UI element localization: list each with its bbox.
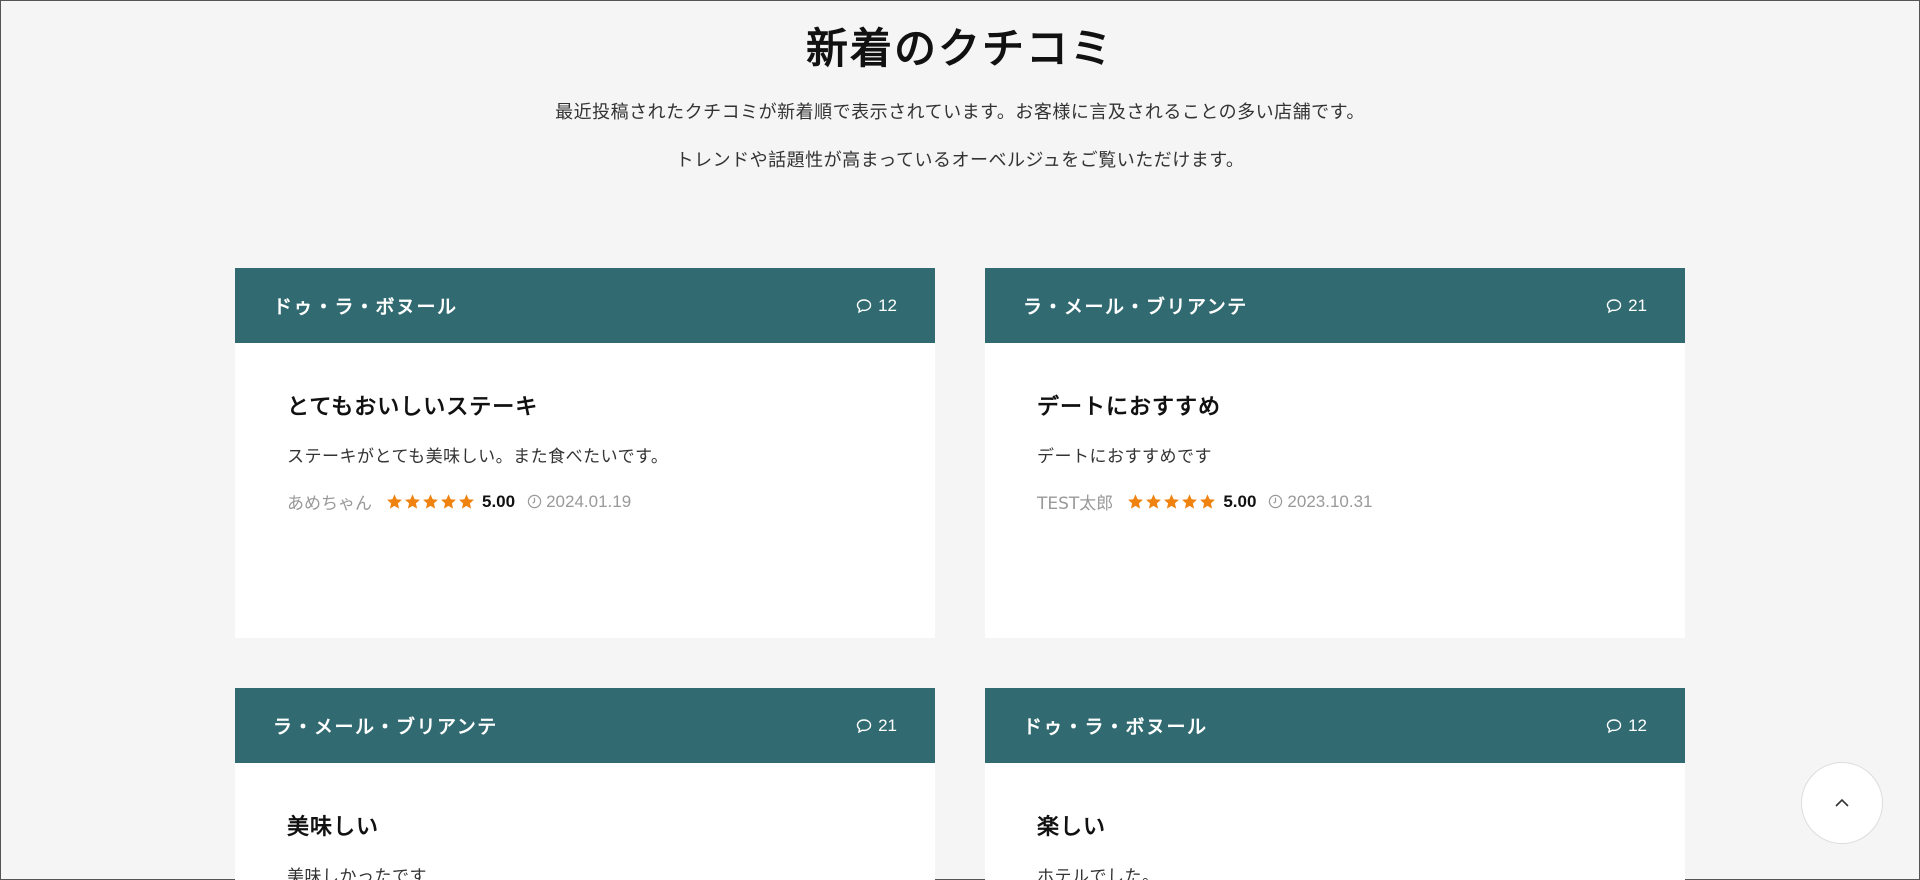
- review-meta: TEST太郎 5.00 2023.10.31: [1037, 489, 1633, 515]
- shop-name[interactable]: ドゥ・ラ・ボヌール: [1023, 712, 1208, 739]
- back-to-top-button[interactable]: [1801, 762, 1883, 844]
- star-rating: [386, 493, 476, 510]
- review-card[interactable]: ドゥ・ラ・ボヌール 12 楽しい ホテルでした。: [985, 688, 1685, 880]
- review-date: 2024.01.19: [527, 492, 631, 512]
- comment-count-value: 12: [878, 295, 897, 315]
- star-icon: [405, 494, 420, 509]
- comment-count-value: 12: [1628, 715, 1647, 735]
- rating-value: 5.00: [482, 491, 516, 511]
- review-text: 美味しかったです: [287, 867, 427, 880]
- review-card[interactable]: ドゥ・ラ・ボヌール 12 とてもおいしいステーキ ステーキがとても美味しい。また…: [235, 268, 935, 638]
- intro-text-line-2: トレンドや話題性が高まっているオーベルジュをご覧いただけます。: [675, 150, 1245, 171]
- review-text: デートにおすすめです: [1037, 447, 1212, 467]
- intro-text-line-1: 最近投稿されたクチコミが新着順で表示されています。お客様に言及されることの多い店…: [555, 102, 1365, 123]
- star-icon: [387, 494, 402, 509]
- review-title[interactable]: 美味しい: [287, 809, 883, 841]
- rating-value: 5.00: [1223, 491, 1257, 511]
- review-card-header[interactable]: ラ・メール・ブリアンテ 21: [985, 268, 1685, 343]
- shop-name[interactable]: ラ・メール・ブリアンテ: [1023, 292, 1248, 319]
- review-card-header[interactable]: ドゥ・ラ・ボヌール 12: [985, 688, 1685, 763]
- star-icon: [441, 494, 456, 509]
- review-date-value: 2024.01.19: [546, 491, 632, 511]
- star-icon: [1182, 494, 1198, 509]
- speech-bubble-icon: [1606, 298, 1622, 313]
- clock-icon: [1269, 494, 1283, 509]
- comment-count-value: 21: [878, 715, 897, 735]
- comment-count-value: 21: [1628, 295, 1647, 315]
- star-icon: [1146, 494, 1162, 509]
- review-text: ホテルでした。: [1037, 867, 1160, 880]
- star-icon: [459, 494, 474, 509]
- clock-icon: [527, 494, 542, 509]
- page-title: 新着のクチコミ: [805, 24, 1114, 73]
- comment-count: 21: [856, 716, 897, 736]
- star-icon: [1128, 494, 1144, 509]
- review-meta: あめちゃん 5.00 2024.01.19: [287, 489, 883, 515]
- review-card[interactable]: ラ・メール・ブリアンテ 21 美味しい 美味しかったです: [235, 688, 935, 880]
- review-card-header[interactable]: ドゥ・ラ・ボヌール 12: [235, 268, 935, 343]
- star-icon: [1200, 494, 1216, 509]
- review-date: 2023.10.31: [1268, 491, 1373, 512]
- review-card[interactable]: ラ・メール・ブリアンテ 21 デートにおすすめ デートにおすすめです TEST太…: [985, 268, 1685, 638]
- comment-count: 12: [1606, 716, 1647, 736]
- shop-name[interactable]: ドゥ・ラ・ボヌール: [273, 292, 458, 319]
- review-author: あめちゃん: [287, 494, 372, 514]
- review-text: ステーキがとても美味しい。また食べたいです。: [287, 447, 669, 467]
- review-date-value: 2023.10.31: [1287, 491, 1373, 511]
- speech-bubble-icon: [856, 298, 872, 313]
- review-title[interactable]: とてもおいしいステーキ: [287, 389, 883, 421]
- speech-bubble-icon: [1606, 718, 1622, 733]
- comment-count: 21: [1606, 296, 1647, 316]
- review-title[interactable]: デートにおすすめ: [1037, 389, 1633, 421]
- review-author: TEST太郎: [1037, 494, 1114, 514]
- shop-name[interactable]: ラ・メール・ブリアンテ: [273, 712, 498, 739]
- comment-count: 12: [856, 296, 897, 316]
- speech-bubble-icon: [856, 718, 872, 733]
- review-title[interactable]: 楽しい: [1037, 809, 1633, 841]
- star-icon: [1164, 494, 1180, 509]
- chevron-up-icon: [1835, 798, 1849, 807]
- star-rating: [1127, 493, 1217, 510]
- star-icon: [423, 494, 438, 509]
- review-card-header[interactable]: ラ・メール・ブリアンテ 21: [235, 688, 935, 763]
